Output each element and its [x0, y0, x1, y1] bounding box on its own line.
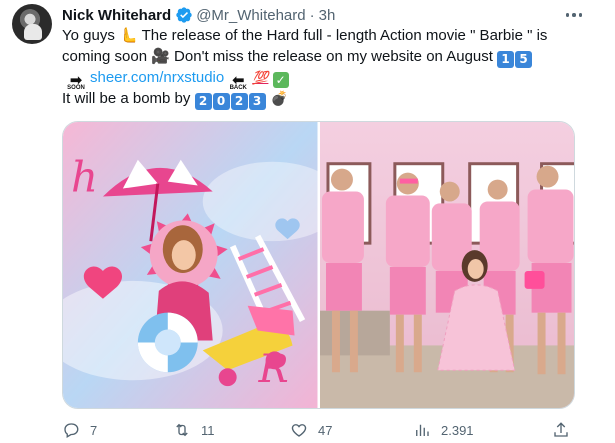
tweet-line-4-text: It will be a bomb by — [62, 90, 191, 107]
tweet-text: Yo guys 🫷 The release of the Hard full -… — [62, 26, 582, 110]
website-link[interactable]: sheer.com/nrxstudio — [90, 69, 224, 86]
views-count: 2.391 — [441, 422, 474, 438]
barbie-collage-image[interactable]: h R — [63, 122, 318, 408]
tweet-line-3: ➡ SOON sheer.com/nrxstudio ⬅ BACK 💯 ✓ — [62, 68, 582, 91]
tweet: Nick Whitehard @Mr_Whitehard · 3h Yo guy… — [0, 0, 615, 443]
tweet-line-4: It will be a bomb by 2023 💣 — [62, 89, 582, 110]
keycap-digit: 5 — [515, 51, 533, 68]
check-icon: ✓ — [272, 72, 289, 88]
more-icon[interactable] — [563, 5, 585, 25]
views-icon — [416, 424, 429, 436]
author-handle[interactable]: @Mr_Whitehard — [196, 7, 305, 24]
retweet-icon — [176, 423, 188, 437]
views-button[interactable]: 2.391 — [413, 419, 474, 441]
keycap-digit: 1 — [497, 51, 515, 68]
author-name[interactable]: Nick Whitehard — [62, 7, 171, 24]
bomb-icon: 💣 — [270, 91, 289, 107]
hundred-icon: 💯 — [252, 70, 269, 85]
svg-text:h: h — [71, 153, 98, 202]
retweet-count: 11 — [201, 422, 215, 438]
reply-icon — [64, 423, 79, 438]
share-icon — [554, 422, 568, 437]
tweet-line-1: Yo guys 🫷 The release of the Hard full -… — [62, 27, 548, 44]
keycap-digit: 2 — [194, 93, 212, 110]
group-photo-image[interactable] — [319, 122, 574, 408]
avatar[interactable] — [12, 4, 52, 44]
svg-text:R: R — [258, 346, 289, 392]
keycap-digit: 3 — [248, 93, 266, 110]
keycap-digit: 2 — [230, 93, 248, 110]
like-button[interactable]: 47 — [290, 419, 332, 441]
like-count: 47 — [318, 422, 333, 438]
reply-count: 7 — [90, 422, 98, 438]
tweet-time[interactable]: 3h — [319, 7, 336, 24]
keycap-digit: 0 — [212, 93, 230, 110]
share-button[interactable] — [552, 419, 570, 441]
tweet-header: Nick Whitehard @Mr_Whitehard · 3h — [62, 5, 335, 25]
separator-dot: · — [309, 6, 315, 24]
verified-badge-icon — [176, 7, 192, 23]
retweet-button[interactable]: 11 — [173, 419, 215, 441]
tweet-line-2-text: coming soon 🎥 Don't miss the release on … — [62, 48, 493, 65]
tweet-line-2: coming soon 🎥 Don't miss the release on … — [62, 47, 582, 68]
like-icon — [291, 424, 307, 437]
reply-button[interactable]: 7 — [62, 419, 97, 441]
action-bar: 7 11 47 2.391 — [62, 419, 582, 441]
media-grid: h R — [62, 121, 575, 409]
